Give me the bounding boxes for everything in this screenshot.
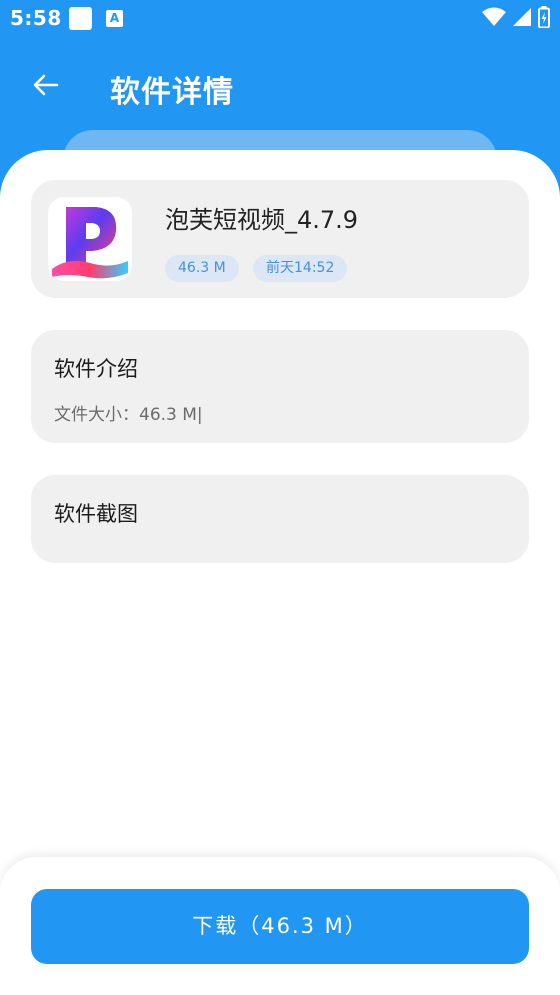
app-bar: 软件详情: [0, 55, 560, 115]
translate-icon: A: [106, 10, 123, 27]
screenshots-heading: 软件截图: [54, 502, 138, 526]
app-logo-icon: [48, 197, 132, 281]
download-button[interactable]: 下载（46.3 M）: [31, 889, 529, 964]
time-badge: 前天14:52: [253, 255, 348, 282]
intro-heading: 软件介绍: [54, 357, 138, 381]
screenshots-card: 软件截图: [31, 475, 529, 563]
back-button[interactable]: [26, 65, 66, 105]
intro-card: 软件介绍 文件大小：46.3 M|: [31, 330, 529, 443]
size-badge: 46.3 M: [165, 255, 239, 282]
signal-icon: [513, 8, 531, 26]
status-time: 5:58: [10, 6, 62, 30]
app-info-card: 泡芙短视频_4.7.9 46.3 M 前天14:52: [31, 180, 529, 298]
wifi-icon: [482, 7, 506, 26]
status-indicators: [482, 6, 550, 28]
page-title: 软件详情: [110, 75, 234, 110]
app-name: 泡芙短视频_4.7.9: [165, 206, 359, 234]
notification-square-icon: [69, 7, 92, 30]
status-bar: 5:58 A: [0, 0, 560, 38]
battery-icon: [538, 6, 550, 28]
bottom-action-bar: 下载（46.3 M）: [0, 857, 560, 995]
arrow-left-icon: [33, 74, 59, 96]
intro-text: 文件大小：46.3 M|: [54, 405, 203, 425]
